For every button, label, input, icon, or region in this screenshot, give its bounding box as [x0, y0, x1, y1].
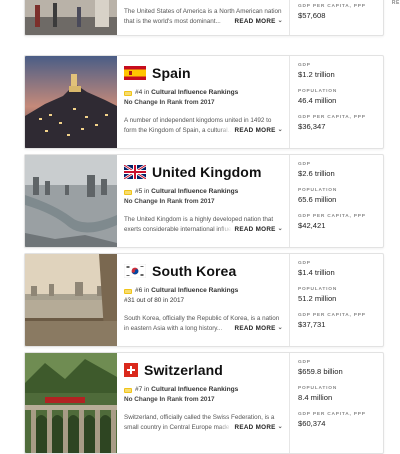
- ranking-medal-icon: [124, 387, 132, 393]
- country-name[interactable]: United Kingdom: [152, 164, 262, 180]
- country-name[interactable]: Spain: [152, 65, 191, 81]
- population-label: POPULATION: [298, 188, 338, 193]
- switzerland-flag-icon: [124, 363, 138, 377]
- population-value: 65.6 million: [298, 195, 337, 204]
- chevron-down-icon: ⌄: [277, 127, 283, 134]
- population-value: 51.2 million: [298, 294, 337, 303]
- gdp-per-capita-label: GDP PER CAPITA, PPP: [298, 214, 366, 219]
- card-stats: GDP $659.8 billion POPULATION 8.4 millio…: [289, 353, 383, 453]
- chevron-down-icon: ⌄: [277, 424, 283, 431]
- gdp-label: GDP: [298, 162, 311, 167]
- chevron-down-icon: ⌄: [277, 18, 283, 25]
- country-card-spain[interactable]: Spain #4 in Cultural Influence Rankings …: [24, 55, 384, 149]
- country-card-united-kingdom[interactable]: United Kingdom #5 in Cultural Influence …: [24, 154, 384, 248]
- rank-line: #7 in Cultural Influence Rankings: [124, 385, 283, 395]
- country-description: The United Kingdom is a highly developed…: [124, 216, 283, 235]
- rank-change: No Change In Rank from 2017: [124, 198, 215, 205]
- rank-line: #4 in Cultural Influence Rankings: [124, 88, 283, 98]
- read-more-button[interactable]: READ MORE ⌄: [218, 126, 283, 136]
- ranking-medal-icon: [124, 288, 132, 294]
- rank-prefix: #7 in: [135, 386, 150, 393]
- card-stats: GDP PER CAPITA, PPP $57,608: [289, 0, 383, 35]
- rank-line: #6 in Cultural Influence Rankings: [124, 286, 283, 296]
- gdp-label: GDP: [298, 261, 311, 266]
- read-more-button[interactable]: READ MORE ⌄: [218, 225, 283, 235]
- card-main: South Korea #6 in Cultural Influence Ran…: [117, 254, 289, 346]
- country-photo[interactable]: [25, 155, 117, 247]
- uk-flag-icon: [124, 165, 146, 179]
- population-label: POPULATION: [298, 386, 338, 391]
- edge-text-fragment: RE: [391, 0, 400, 6]
- population-value: 8.4 million: [298, 393, 333, 402]
- gdp-per-capita-value: $57,608: [298, 11, 326, 20]
- read-more-button[interactable]: READ MORE ⌄: [218, 17, 283, 27]
- card-stats: GDP $1.4 trillion POPULATION 51.2 millio…: [289, 254, 383, 346]
- gdp-per-capita-value: $37,731: [298, 320, 326, 329]
- card-main: The United States of America is a North …: [117, 0, 289, 35]
- gdp-label: GDP: [298, 360, 311, 365]
- rank-change: #31 out of 80 in 2017: [124, 297, 185, 304]
- rank-change: No Change In Rank from 2017: [124, 99, 215, 106]
- gdp-value: $1.4 trillion: [298, 268, 335, 277]
- country-description: South Korea, officially the Republic of …: [124, 315, 283, 334]
- card-main: United Kingdom #5 in Cultural Influence …: [117, 155, 289, 247]
- country-description: The United States of America is a North …: [124, 8, 283, 27]
- gdp-label: GDP: [298, 63, 311, 68]
- rank-prefix: #5 in: [135, 188, 150, 195]
- rank-category-link[interactable]: Cultural Influence Rankings: [151, 385, 238, 395]
- country-photo[interactable]: [25, 56, 117, 148]
- south-korea-flag-icon: [124, 264, 146, 278]
- country-card-south-korea[interactable]: South Korea #6 in Cultural Influence Ran…: [24, 253, 384, 347]
- read-more-button[interactable]: READ MORE ⌄: [218, 423, 283, 433]
- gdp-per-capita-value: $60,374: [298, 419, 326, 428]
- rank-category-link[interactable]: Cultural Influence Rankings: [151, 187, 238, 197]
- population-label: POPULATION: [298, 287, 338, 292]
- gdp-value: $659.8 billion: [298, 367, 343, 376]
- country-photo[interactable]: [25, 254, 117, 346]
- gdp-per-capita-value: $42,421: [298, 221, 326, 230]
- gdp-per-capita-label: GDP PER CAPITA, PPP: [298, 115, 366, 120]
- ranking-medal-icon: [124, 90, 132, 96]
- card-stats: GDP $2.6 trillion POPULATION 65.6 millio…: [289, 155, 383, 247]
- gdp-per-capita-label: GDP PER CAPITA, PPP: [298, 313, 366, 318]
- card-stats: GDP $1.2 trillion POPULATION 46.4 millio…: [289, 56, 383, 148]
- card-main: Spain #4 in Cultural Influence Rankings …: [117, 56, 289, 148]
- gdp-value: $2.6 trillion: [298, 169, 335, 178]
- chevron-down-icon: ⌄: [277, 325, 283, 332]
- country-card-switzerland[interactable]: Switzerland #7 in Cultural Influence Ran…: [24, 352, 384, 454]
- rank-change: No Change In Rank from 2017: [124, 396, 215, 403]
- chevron-down-icon: ⌄: [277, 226, 283, 233]
- ranking-medal-icon: [124, 189, 132, 195]
- country-card-united-states[interactable]: The United States of America is a North …: [24, 0, 384, 36]
- spain-flag-icon: [124, 66, 146, 80]
- population-label: POPULATION: [298, 89, 338, 94]
- gdp-per-capita-label: GDP PER CAPITA, PPP: [298, 4, 366, 9]
- population-value: 46.4 million: [298, 96, 337, 105]
- card-main: Switzerland #7 in Cultural Influence Ran…: [117, 353, 289, 453]
- rank-line: #5 in Cultural Influence Rankings: [124, 187, 283, 197]
- gdp-per-capita-value: $36,347: [298, 122, 326, 131]
- rank-category-link[interactable]: Cultural Influence Rankings: [151, 88, 238, 98]
- rank-category-link[interactable]: Cultural Influence Rankings: [151, 286, 238, 296]
- rank-prefix: #4 in: [135, 89, 150, 96]
- rank-prefix: #6: [135, 287, 143, 294]
- gdp-per-capita-label: GDP PER CAPITA, PPP: [298, 412, 366, 417]
- gdp-value: $1.2 trillion: [298, 70, 335, 79]
- country-photo[interactable]: [25, 353, 117, 453]
- country-name[interactable]: South Korea: [152, 263, 236, 279]
- country-name[interactable]: Switzerland: [144, 362, 223, 378]
- read-more-button[interactable]: READ MORE ⌄: [218, 324, 283, 334]
- country-description: A number of independent kingdoms united …: [124, 117, 283, 136]
- country-description: Switzerland, officially called the Swiss…: [124, 414, 283, 433]
- country-photo[interactable]: [25, 0, 117, 35]
